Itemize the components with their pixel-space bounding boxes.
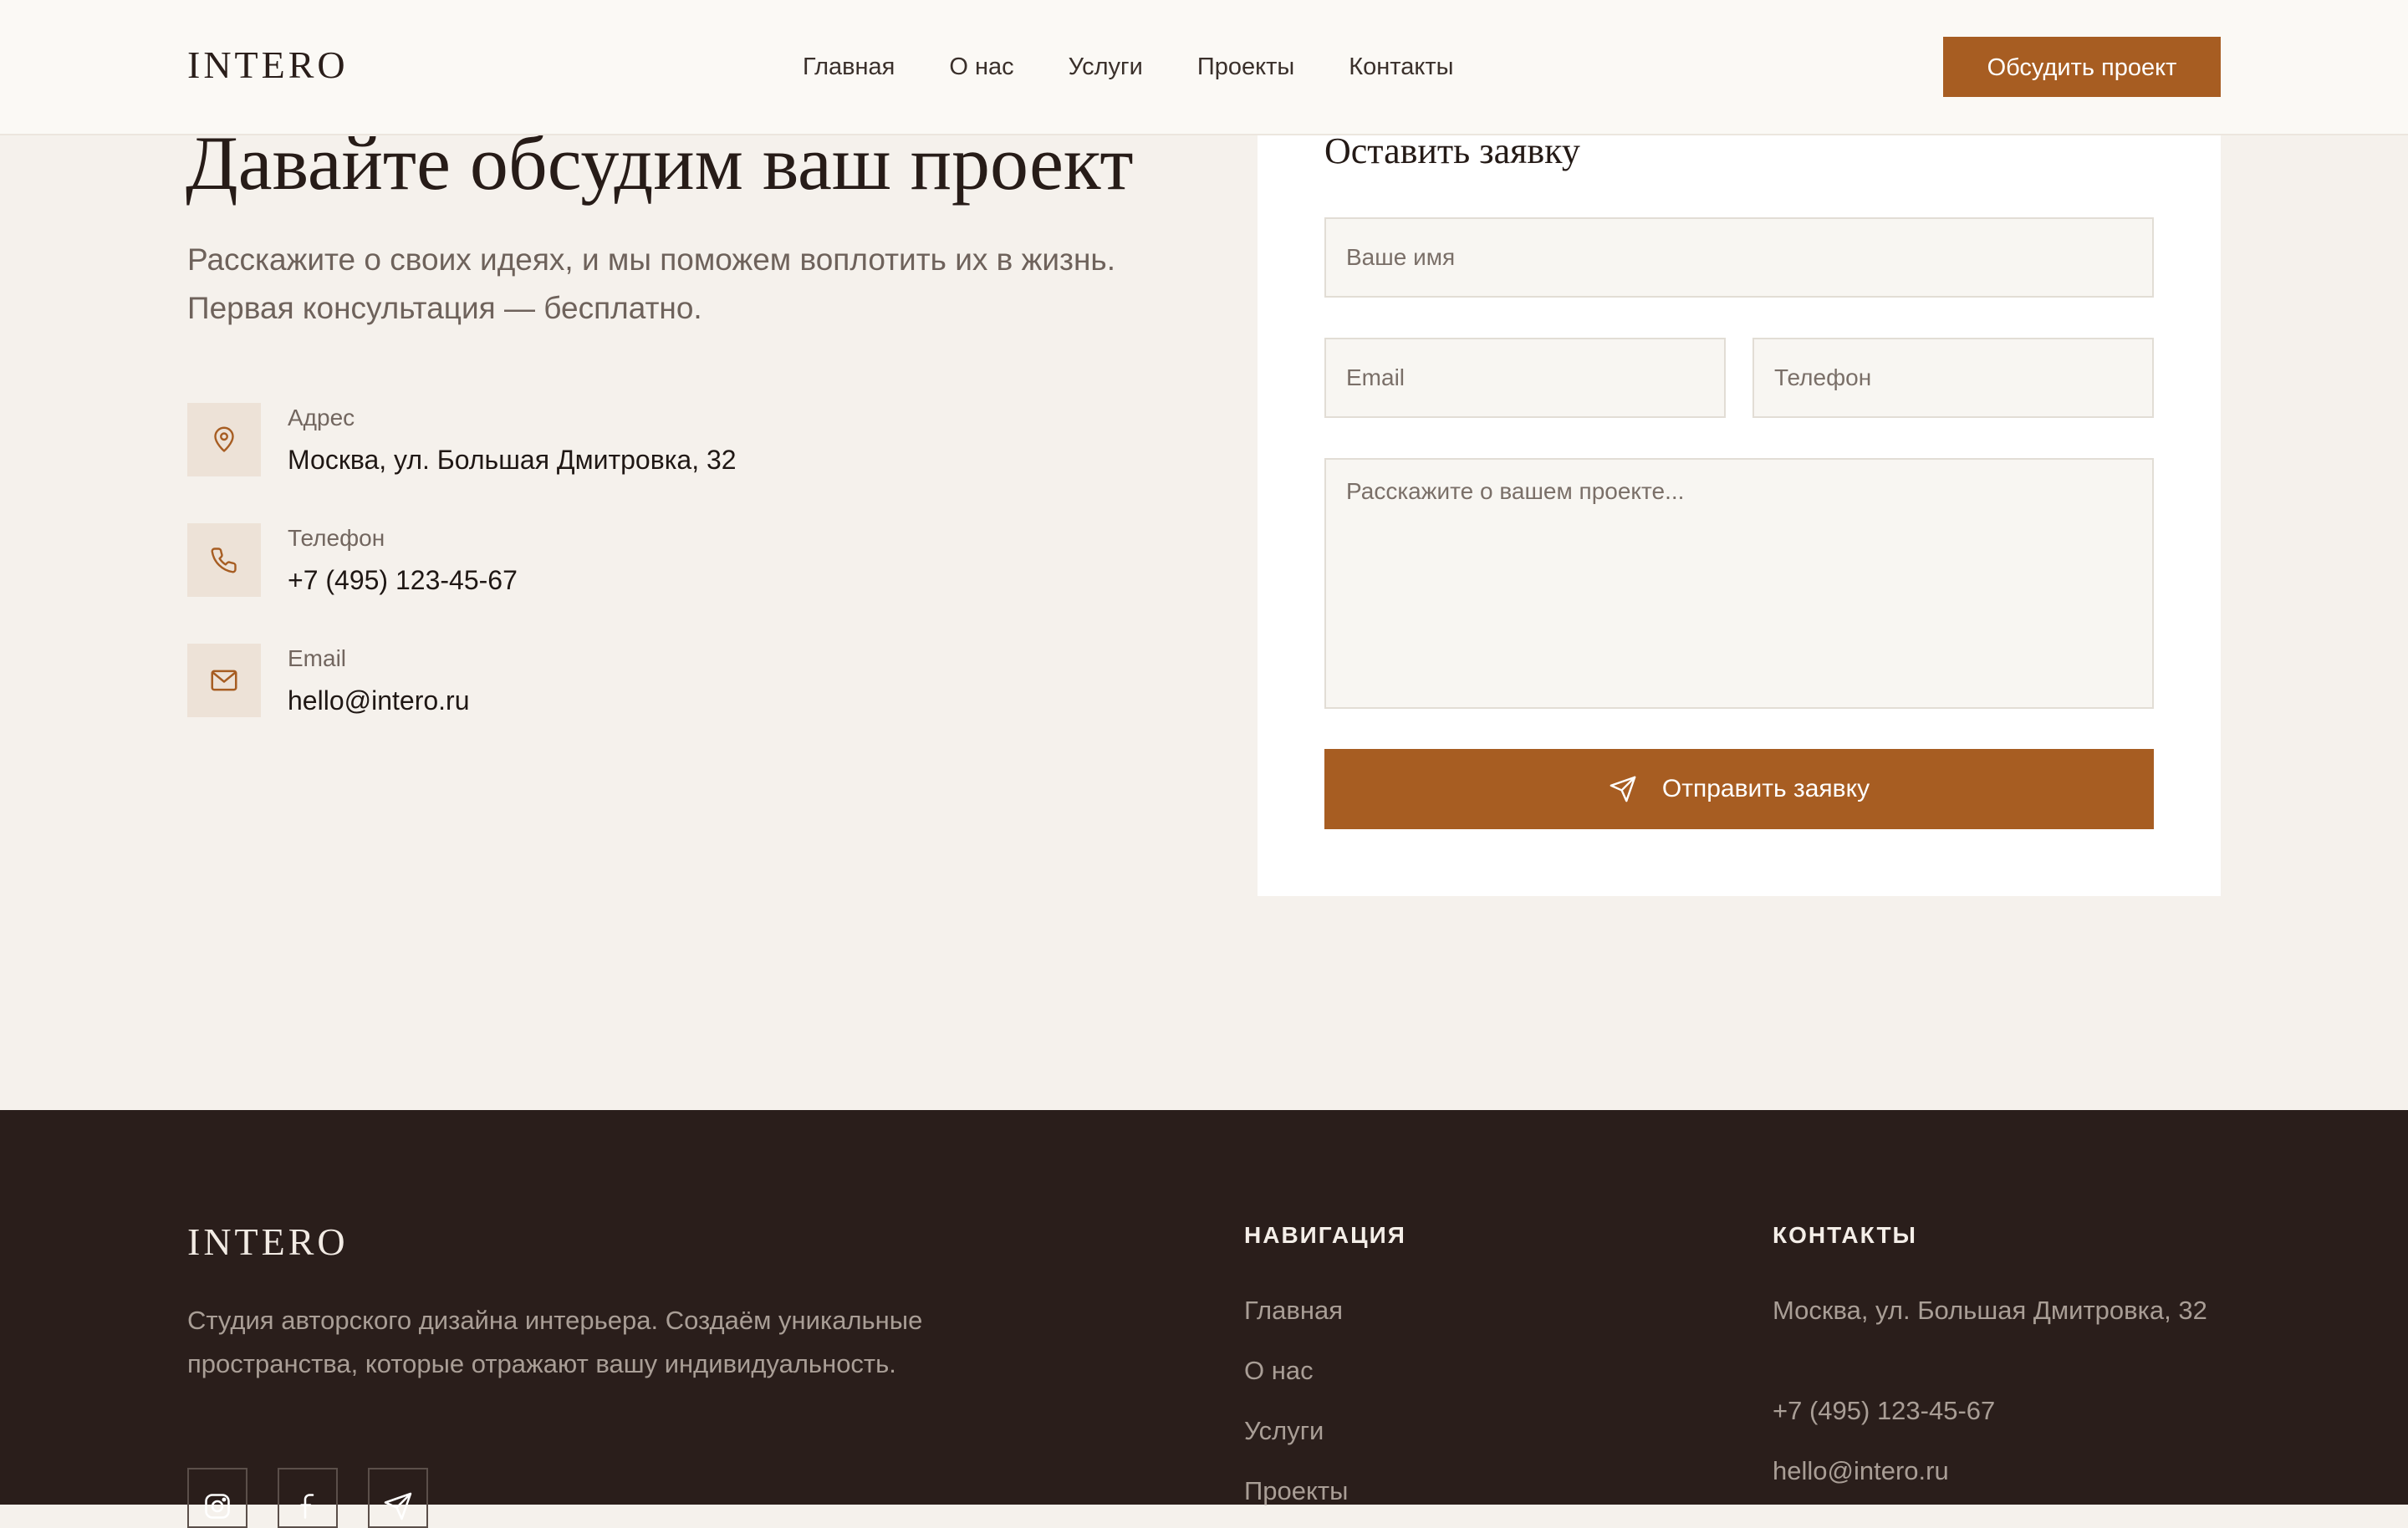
submit-request-button[interactable]: Отправить заявку bbox=[1324, 749, 2154, 829]
footer-link-projects[interactable]: Проекты bbox=[1244, 1475, 1348, 1508]
map-pin-icon bbox=[187, 403, 261, 476]
footer-link-about[interactable]: О нас bbox=[1244, 1354, 1314, 1388]
footer-link-home[interactable]: Главная bbox=[1244, 1294, 1343, 1327]
contact-value[interactable]: +7 (495) 123-45-67 bbox=[288, 563, 518, 597]
phone-input[interactable] bbox=[1752, 338, 2154, 418]
nav-item-services[interactable]: Услуги bbox=[1069, 47, 1143, 87]
message-textarea[interactable] bbox=[1324, 458, 2154, 709]
contact-label: Телефон bbox=[288, 525, 385, 551]
send-icon bbox=[1610, 776, 1636, 802]
footer-email[interactable]: hello@intero.ru bbox=[1773, 1451, 1949, 1491]
submit-label: Отправить заявку bbox=[1661, 775, 1870, 802]
discuss-project-button[interactable]: Обсудить проект bbox=[1943, 37, 2221, 97]
footer-phone[interactable]: +7 (495) 123-45-67 bbox=[1773, 1391, 1995, 1431]
footer-nav-heading: НАВИГАЦИЯ bbox=[1244, 1222, 1406, 1248]
contact-label: Email bbox=[288, 645, 347, 671]
name-input[interactable] bbox=[1324, 217, 2154, 298]
mail-icon bbox=[187, 644, 261, 717]
telegram-icon[interactable] bbox=[368, 1468, 428, 1528]
nav-item-contacts[interactable]: Контакты bbox=[1349, 47, 1453, 87]
nav-item-about[interactable]: О нас bbox=[949, 47, 1013, 87]
footer-link-services[interactable]: Услуги bbox=[1244, 1414, 1324, 1448]
footer-contacts-heading: КОНТАКТЫ bbox=[1773, 1222, 1917, 1248]
form-title: Оставить заявку bbox=[1324, 130, 1580, 171]
email-input[interactable] bbox=[1324, 338, 1726, 418]
nav-item-home[interactable]: Главная bbox=[803, 47, 895, 87]
footer-address: Москва, ул. Большая Дмитровка, 32 bbox=[1773, 1296, 2207, 1325]
footer-description: Студия авторского дизайна интерьера. Соз… bbox=[187, 1306, 923, 1378]
facebook-icon[interactable] bbox=[278, 1468, 338, 1528]
instagram-icon[interactable] bbox=[187, 1468, 247, 1528]
nav-item-projects[interactable]: Проекты bbox=[1197, 47, 1294, 87]
main-nav: Главная О нас Услуги Проекты Контакты bbox=[803, 47, 1453, 87]
request-form-card: Оставить заявку Отправить заявку bbox=[1258, 130, 2221, 896]
site-footer: INTERO Студия авторского дизайна интерье… bbox=[0, 1110, 2408, 1528]
hero-subtitle: Расскажите о своих идеях, и мы поможем в… bbox=[187, 242, 1115, 325]
contact-value: Москва, ул. Большая Дмитровка, 32 bbox=[288, 445, 737, 475]
site-header: INTERO Главная О нас Услуги Проекты Конт… bbox=[0, 0, 2408, 135]
footer-logo[interactable]: INTERO bbox=[187, 1219, 349, 1266]
contact-label: Адрес bbox=[288, 405, 355, 430]
logo[interactable]: INTERO bbox=[187, 42, 349, 89]
phone-icon bbox=[187, 523, 261, 597]
contact-value[interactable]: hello@intero.ru bbox=[288, 684, 469, 717]
